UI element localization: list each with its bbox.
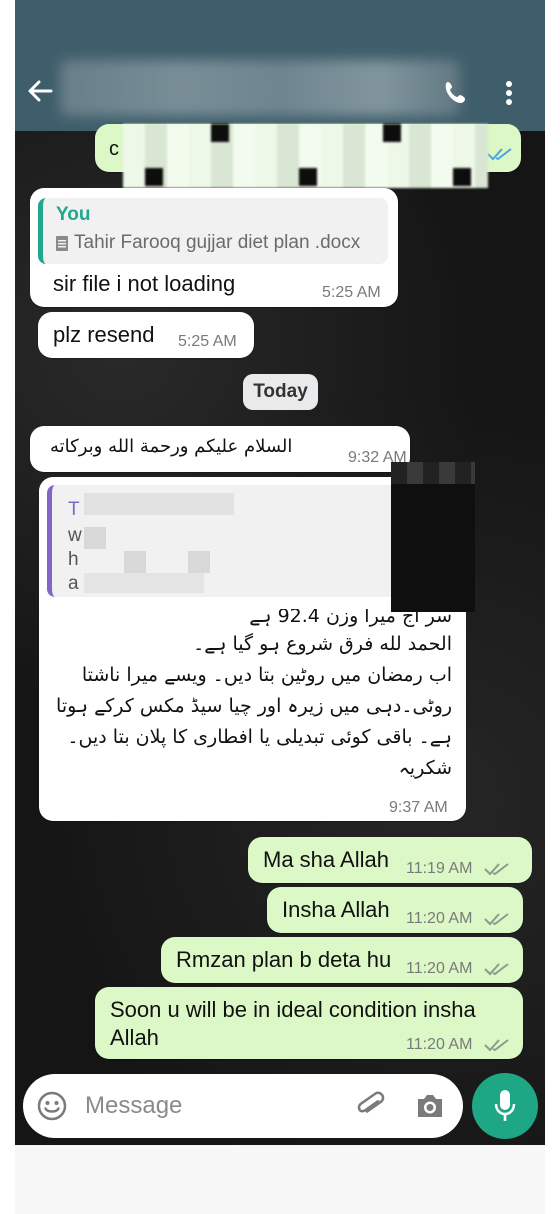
attach-icon[interactable] <box>355 1090 385 1122</box>
message-text-line: اب رمضان میں روٹین بتا دیں۔ ویسے میرا نا… <box>81 664 452 686</box>
message-text: c <box>109 138 119 160</box>
message-text: Insha Allah <box>282 897 390 922</box>
read-ticks-icon <box>484 963 509 976</box>
redacted-block <box>84 573 204 593</box>
message-bubble-outgoing[interactable]: Rmzan plan b deta hu 11:20 AM <box>161 937 523 983</box>
read-ticks-icon <box>487 148 512 161</box>
message-text-line: شکریہ <box>398 757 452 779</box>
call-icon[interactable] <box>445 80 467 104</box>
message-text-line: ہے۔ باقی کوئی تبدیلی یا افطاری کا پلان ب… <box>67 726 452 748</box>
message-text-block: سر اج میرا وزن 92.4 ہے الحمد لله فرق شرو… <box>52 609 452 784</box>
redacted-area <box>391 462 475 612</box>
quoted-text-line: a <box>68 573 79 594</box>
quoted-text-line: w <box>68 525 82 546</box>
date-chip: Today <box>243 374 318 410</box>
message-input[interactable] <box>85 1086 335 1126</box>
quoted-message[interactable]: You Tahir Farooq gujjar diet plan .docx <box>38 198 388 264</box>
more-options-icon[interactable] <box>505 80 513 106</box>
quoted-sender: T <box>68 499 80 520</box>
quoted-sender: You <box>56 204 91 225</box>
message-text: sir file i not loading <box>53 271 236 296</box>
message-text: plz resend <box>53 322 155 347</box>
message-bubble-incoming[interactable]: السلام علیکم ورحمة الله وبركاته 9:32 AM <box>30 426 410 472</box>
message-time: 11:19 AM <box>406 860 473 877</box>
read-ticks-icon <box>484 1039 509 1052</box>
read-ticks-icon <box>484 863 509 876</box>
contact-info-redacted[interactable] <box>60 60 460 116</box>
document-icon <box>56 236 68 251</box>
message-bubble-outgoing[interactable]: Soon u will be in ideal condition insha … <box>95 987 523 1059</box>
message-text: Ma sha Allah <box>263 847 389 872</box>
message-time: 5:25 AM <box>322 284 381 301</box>
chat-header <box>15 0 545 131</box>
microphone-icon <box>494 1090 516 1121</box>
message-time: 11:20 AM <box>406 960 473 977</box>
message-time: 5:25 AM <box>178 333 237 350</box>
redacted-block <box>84 493 234 515</box>
message-time: 11:20 AM <box>406 910 473 927</box>
message-bubble-outgoing[interactable]: Ma sha Allah 11:19 AM <box>248 837 532 883</box>
redacted-area <box>123 124 488 188</box>
redacted-area <box>391 462 475 484</box>
message-text: السلام علیکم ورحمة الله وبركاته <box>50 436 293 457</box>
message-time: 11:20 AM <box>406 1036 473 1053</box>
quoted-text-line: h <box>68 549 79 570</box>
back-arrow-icon[interactable] <box>27 78 53 104</box>
voice-record-button[interactable] <box>472 1073 538 1139</box>
message-text: Rmzan plan b deta hu <box>176 947 392 972</box>
message-text-line: الحمد لله فرق شروع ہو گیا ہے۔ <box>193 633 452 655</box>
message-composer <box>23 1074 463 1138</box>
chat-screen: c You Tahir Farooq gujjar diet plan .doc… <box>15 0 545 1145</box>
read-ticks-icon <box>484 913 509 926</box>
message-time: 9:37 AM <box>389 799 448 816</box>
redacted-block <box>188 551 210 573</box>
emoji-icon[interactable] <box>37 1091 67 1121</box>
redacted-block <box>84 527 106 549</box>
message-text-line: سر اج میرا وزن 92.4 ہے <box>249 609 452 627</box>
camera-icon[interactable] <box>415 1092 445 1120</box>
message-bubble-incoming[interactable]: plz resend 5:25 AM <box>38 312 254 358</box>
redacted-block <box>124 551 146 573</box>
message-bubble-outgoing[interactable]: Insha Allah 11:20 AM <box>267 887 523 933</box>
message-bubble-incoming[interactable]: You Tahir Farooq gujjar diet plan .docx … <box>30 188 398 307</box>
message-text-line: روٹی۔دہی میں زیرہ اور چیا سیڈ مکس کرکے ہ… <box>56 695 452 717</box>
quoted-file-name: Tahir Farooq gujjar diet plan .docx <box>74 232 361 253</box>
bottom-blank-area <box>15 1145 545 1214</box>
